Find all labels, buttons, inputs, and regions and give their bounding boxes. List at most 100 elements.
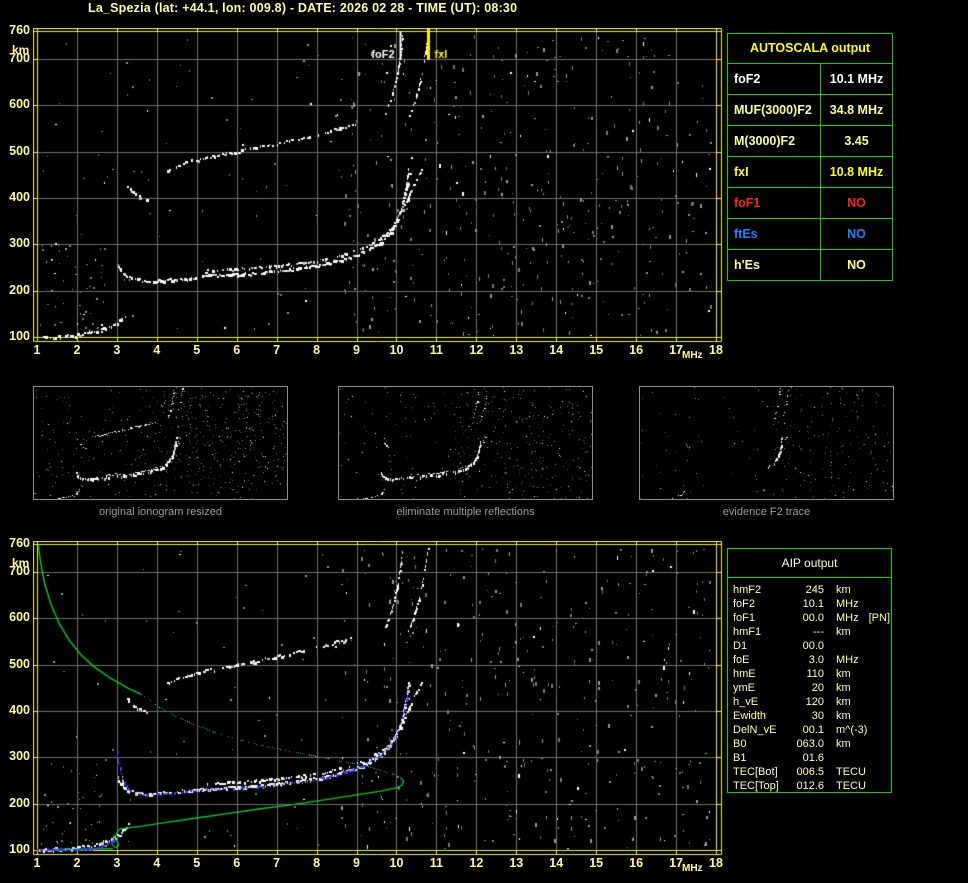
- autoscala-app-window: La_Spezia (lat: +44.1, lon: 009.8) - DAT…: [0, 0, 968, 883]
- autoscala-param-value: NO: [847, 227, 866, 241]
- aip-param-name: foF2: [733, 598, 756, 610]
- aip-row-fof2: foF2 10.1 MHz: [728, 597, 891, 611]
- x-tick-label: 7: [273, 343, 281, 357]
- x-tick-label: 1: [33, 343, 41, 357]
- aip-param-name: hmE: [733, 668, 756, 680]
- thumbnail-caption-original: original ionogram resized: [99, 506, 222, 518]
- aip-output-table: AIP output hmF2 245 km foF2 10.1 MHz foF1 00.0 M…: [727, 548, 892, 793]
- y-tick-label: 200: [9, 795, 30, 810]
- x-tick-label: 15: [589, 343, 604, 357]
- autoscala-table-header: AUTOSCALA output: [728, 34, 892, 64]
- y-axis-unit: km: [12, 43, 30, 57]
- autoscala-param-value: 10.1 MHz: [829, 72, 884, 86]
- profile-ionogram-canvas: [33, 541, 723, 856]
- aip-param-value: 20: [811, 682, 824, 694]
- x-tick-label: 10: [389, 856, 404, 870]
- aip-param-name: hmF1: [733, 626, 762, 638]
- aip-row-tectop: TEC[Top] 012.6 TECU: [728, 779, 891, 793]
- aip-param-unit: km: [836, 626, 851, 638]
- aip-param-unit: km: [836, 696, 851, 708]
- autoscala-param-value: 3.45: [844, 134, 869, 148]
- aip-param-unit: km: [836, 710, 851, 722]
- x-tick-label: 15: [589, 856, 604, 870]
- x-tick-label: 10: [389, 343, 404, 357]
- aip-param-unit: MHz: [836, 654, 859, 666]
- x-tick-label: 8: [313, 343, 321, 357]
- thumbnail-no-multiples: [338, 386, 593, 500]
- aip-param-unit: TECU: [836, 780, 866, 792]
- autoscala-table-body: foF2 10.1 MHz MUF(3000)F2 34.8 MHz M(3000)F2…: [728, 64, 892, 280]
- x-tick-label: 5: [193, 343, 201, 357]
- autoscala-row-fxi: fxI 10.8 MHz: [728, 157, 892, 188]
- x-tick-label: 14: [549, 856, 564, 870]
- thumbnail-f2-trace: [639, 386, 894, 500]
- aip-row-foe: foE 3.0 MHz: [728, 653, 891, 667]
- y-tick-label: 760: [9, 23, 30, 37]
- aip-param-value: 00.0: [802, 640, 824, 652]
- aip-param-value: 063.0: [796, 738, 824, 750]
- autoscala-param-label: ftEs: [728, 219, 821, 249]
- thumbnail-caption-f2-trace: evidence F2 trace: [722, 506, 811, 518]
- aip-row-hme: hmE 110 km: [728, 667, 891, 681]
- aip-row-hmf1: hmF1 --- km: [728, 625, 891, 639]
- aip-param-name: hmF2: [733, 584, 762, 596]
- x-tick-label: 2: [73, 343, 81, 357]
- aip-param-unit: TECU: [836, 766, 866, 778]
- aip-param-value: 120: [805, 696, 824, 708]
- x-tick-label: 9: [353, 856, 360, 870]
- x-tick-label: 4: [153, 856, 161, 870]
- x-axis-unit: MHz: [682, 350, 703, 361]
- aip-param-unit: km: [836, 584, 851, 596]
- aip-param-name: D1: [733, 640, 748, 652]
- aip-param-name: B0: [733, 738, 747, 750]
- autoscala-param-label: M(3000)F2: [728, 126, 821, 156]
- aip-param-value: 245: [805, 584, 824, 596]
- x-tick-label: 8: [313, 856, 321, 870]
- aip-row-fof1: foF1 00.0 MHz [PN]: [728, 611, 891, 625]
- aip-row-hmf2: hmF2 245 km: [728, 583, 891, 597]
- autoscala-param-label: h'Es: [728, 250, 821, 280]
- x-tick-label: 12: [469, 343, 484, 357]
- autoscala-row-fof1: foF1 NO: [728, 188, 892, 219]
- thumbnail-caption-no-multiples: eliminate multiple reflections: [396, 506, 535, 518]
- aip-param-value: 006.5: [796, 766, 824, 778]
- y-tick-label: 400: [9, 189, 30, 204]
- x-axis-unit: MHz: [682, 863, 703, 874]
- autoscala-output-table: AUTOSCALA output foF2 10.1 MHz MUF(3000)F2…: [727, 33, 893, 281]
- aip-param-unit: m^(-3): [836, 724, 868, 736]
- aip-param-value: 00.1: [802, 724, 824, 736]
- y-tick-label: 760: [9, 536, 30, 550]
- thumbnail-no-multiples-canvas: [339, 387, 592, 499]
- aip-row-b1: B1 01.6: [728, 751, 891, 765]
- y-tick-label: 500: [9, 143, 30, 158]
- autoscala-param-label: MUF(3000)F2: [728, 95, 821, 125]
- autoscala-row-m3000f2: M(3000)F2 3.45: [728, 126, 892, 157]
- y-tick-label: 500: [9, 656, 30, 671]
- aip-param-value: 01.6: [802, 752, 824, 764]
- thumbnail-original-ionogram: [33, 386, 288, 500]
- y-tick-label: 600: [9, 610, 30, 625]
- aip-param-value: 012.6: [796, 780, 824, 792]
- page-title: La_Spezia (lat: +44.1, lon: 009.8) - DAT…: [88, 1, 518, 15]
- aip-param-flag: [PN]: [868, 612, 891, 624]
- autoscala-row-fof2: foF2 10.1 MHz: [728, 64, 892, 95]
- aip-table-body: hmF2 245 km foF2 10.1 MHz foF1 00.0 MHz [PN] hmF1 -…: [728, 578, 891, 793]
- autoscala-param-value: 10.8 MHz: [829, 165, 884, 179]
- aip-param-unit: km: [836, 668, 851, 680]
- aip-row-b0: B0 063.0 km: [728, 737, 891, 751]
- x-tick-label: 1: [33, 856, 41, 870]
- aip-row-tecbot: TEC[Bot] 006.5 TECU: [728, 765, 891, 779]
- aip-param-value: 10.1: [802, 598, 824, 610]
- y-axis-unit: km: [12, 556, 30, 570]
- x-tick-label: 13: [509, 343, 524, 357]
- aip-table-header: AIP output: [728, 549, 891, 578]
- aip-param-name: DelN_vE: [733, 724, 777, 736]
- aip-row-hve: h_vE 120 km: [728, 695, 891, 709]
- autoscala-param-value: NO: [847, 258, 866, 272]
- y-tick-label: 200: [9, 282, 30, 297]
- x-tick-label: 5: [193, 856, 201, 870]
- aip-param-value: 3.0: [808, 654, 824, 666]
- aip-row-d1: D1 00.0: [728, 639, 891, 653]
- aip-param-value: 110: [806, 668, 824, 680]
- autoscala-param-value: 34.8 MHz: [829, 103, 884, 117]
